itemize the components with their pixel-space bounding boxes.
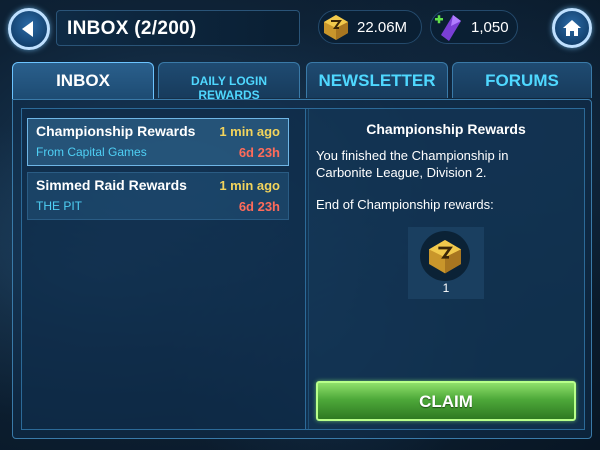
inbox-panel: Championship Rewards 1 min ago From Capi…	[12, 99, 592, 439]
reward-item: 1	[408, 227, 484, 299]
list-item[interactable]: Simmed Raid Rewards 1 min ago THE PIT 6d…	[27, 172, 289, 220]
tab-forums[interactable]: FORUMS	[452, 62, 592, 98]
tab-inbox-label: INBOX	[56, 71, 110, 90]
message-title: Championship Rewards	[36, 123, 196, 139]
back-arrow-icon	[22, 21, 33, 37]
detail-title: Championship Rewards	[366, 121, 526, 137]
reward-quantity: 1	[442, 281, 450, 295]
title-bar: INBOX (2/200)	[56, 10, 300, 46]
crystal-icon	[435, 15, 461, 41]
message-time: 1 min ago	[219, 178, 280, 193]
page-title: INBOX (2/200)	[67, 18, 197, 39]
credits-value: 22.06M	[357, 19, 408, 36]
home-icon	[563, 20, 581, 36]
tab-inbox[interactable]: INBOX	[12, 62, 154, 100]
message-expiry: 6d 23h	[238, 145, 280, 160]
list-item[interactable]: Championship Rewards 1 min ago From Capi…	[27, 118, 289, 166]
detail-body: You finished the Championship in Carboni…	[316, 148, 509, 180]
back-button[interactable]	[8, 8, 50, 50]
message-sender: THE PIT	[36, 199, 83, 213]
message-time: 1 min ago	[219, 124, 280, 139]
message-title: Simmed Raid Rewards	[36, 177, 187, 193]
crystals-value: 1,050	[471, 19, 509, 36]
tab-daily-login-rewards[interactable]: DAILY LOGIN REWARDS	[158, 62, 300, 102]
credits-icon	[429, 240, 461, 274]
reward-icon-frame	[420, 231, 470, 281]
top-bar: INBOX (2/200) 22.06M 1,050	[0, 0, 600, 58]
message-sender: From Capital Games	[36, 145, 147, 159]
tab-newsletter-label: NEWSLETTER	[318, 71, 436, 90]
credits-display: 22.06M	[318, 10, 422, 44]
tab-newsletter[interactable]: NEWSLETTER	[306, 62, 448, 98]
crystals-display: 1,050	[430, 10, 518, 44]
tab-forums-label: FORUMS	[485, 71, 559, 90]
home-button[interactable]	[552, 8, 592, 48]
message-expiry: 6d 23h	[238, 199, 280, 214]
credits-icon	[324, 15, 348, 40]
detail-subheading: End of Championship rewards:	[316, 197, 494, 212]
message-detail: Championship Rewards You finished the Ch…	[305, 108, 585, 430]
claim-button[interactable]: CLAIM	[316, 381, 576, 421]
tab-daily-login-rewards-label: DAILY LOGIN REWARDS	[190, 74, 267, 102]
